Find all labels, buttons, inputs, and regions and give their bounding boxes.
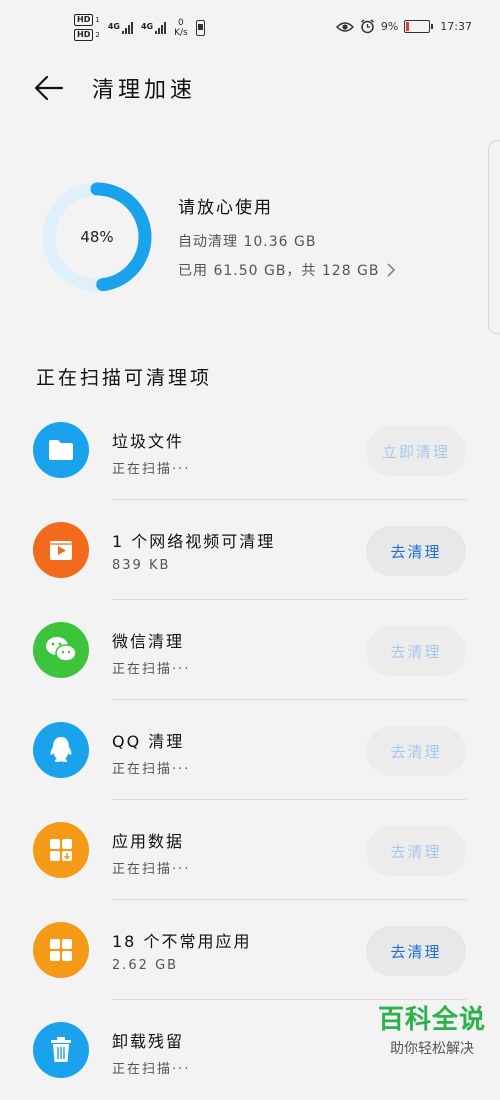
signal-2-icon: 4G <box>140 21 167 34</box>
item-status: 正在扫描··· <box>112 462 191 477</box>
apps-grid-icon <box>33 922 89 978</box>
chevron-right-icon <box>386 263 395 277</box>
sim2-label: 2 <box>95 31 100 39</box>
status-right: 9% 17:37 <box>335 19 472 34</box>
alarm-icon <box>360 19 374 34</box>
signal-1-icon: 4G <box>107 21 133 34</box>
app-data-icon <box>33 822 89 878</box>
folder-icon <box>33 422 89 478</box>
item-status: 正在扫描··· <box>112 862 191 877</box>
sim1-label: 1 <box>95 16 100 24</box>
item-name: 应用数据 <box>112 832 185 851</box>
network-type-1: 4G <box>107 21 120 31</box>
item-name: 1 个网络视频可清理 <box>112 532 276 551</box>
item-name: 垃圾文件 <box>112 432 185 451</box>
video-icon <box>33 522 89 578</box>
list-item[interactable]: QQ 清理正在扫描··· 去清理 <box>0 700 500 800</box>
item-name: QQ 清理 <box>112 732 185 751</box>
item-name: 微信清理 <box>112 632 185 651</box>
page-title: 清理加速 <box>92 78 197 103</box>
item-status: 正在扫描··· <box>112 762 191 777</box>
list-item[interactable]: 18 个不常用应用 2.62 GB 去清理 <box>0 900 500 1000</box>
item-status: 839 KB <box>112 558 171 573</box>
speed-value: 0 <box>178 17 184 28</box>
cleanup-list: 垃圾文件 正在扫描··· 立即清理 1 个网络视频可清理 839 KB 去清理 微信清理 正在… <box>0 400 500 1100</box>
list-item[interactable]: 垃圾文件正在扫描··· 立即清理 <box>0 400 500 500</box>
list-item[interactable]: 微信清理正在扫描··· 去清理 <box>0 600 500 700</box>
eye-icon <box>335 21 354 32</box>
status-left: HD 1 HD 2 4G 4G 0 K/s <box>74 14 205 41</box>
clean-button[interactable]: 去清理 <box>366 526 466 576</box>
notification-battery-icon <box>195 19 205 36</box>
hd-badge-2: HD <box>74 29 94 41</box>
watermark-title: 百科全说 <box>377 1005 486 1035</box>
item-name: 卸载残留 <box>112 1032 185 1051</box>
storage-status: 请放心使用 <box>178 198 273 218</box>
clean-button[interactable]: 去清理 <box>366 726 466 776</box>
battery-icon <box>404 20 434 33</box>
item-status: 2.62 GB <box>112 958 179 973</box>
watermark-subtitle: 助你轻松解决 <box>389 1041 474 1057</box>
item-status: 正在扫描··· <box>112 662 191 677</box>
auto-clean-size: 自动清理 10.36 GB <box>178 234 317 250</box>
clean-button[interactable]: 去清理 <box>366 626 466 676</box>
item-name: 18 个不常用应用 <box>112 932 252 951</box>
list-item[interactable]: 应用数据正在扫描··· 去清理 <box>0 800 500 900</box>
watermark: 百科全说 助你轻松解决 <box>378 999 486 1058</box>
usage-percent-label: 48% <box>80 228 114 246</box>
network-type-2: 4G <box>140 21 154 31</box>
edge-scroll-handle[interactable] <box>488 140 500 334</box>
back-arrow-icon[interactable] <box>34 74 64 102</box>
clean-button[interactable]: 去清理 <box>366 826 466 876</box>
storage-usage-link[interactable]: 已用 61.50 GB，共 128 GB <box>178 260 396 280</box>
clean-button[interactable]: 去清理 <box>366 926 466 976</box>
clock: 17:37 <box>440 20 472 33</box>
qq-icon <box>33 722 89 778</box>
app-header: 清理加速 <box>0 64 500 112</box>
hd-badge: HD <box>74 14 94 26</box>
network-speed: 0 K/s <box>174 18 188 38</box>
speed-unit: K/s <box>174 27 188 38</box>
wechat-icon <box>33 622 89 678</box>
battery-percent: 9% <box>380 20 399 33</box>
storage-usage-text: 已用 61.50 GB，共 128 GB <box>178 263 380 279</box>
list-item[interactable]: 1 个网络视频可清理 839 KB 去清理 <box>0 500 500 600</box>
clean-button[interactable]: 立即清理 <box>366 426 466 476</box>
status-bar: HD 1 HD 2 4G 4G 0 K/s 9% 17:37 <box>0 0 500 52</box>
section-title: 正在扫描可清理项 <box>36 367 213 389</box>
storage-summary: 请放心使用 自动清理 10.36 GB 已用 61.50 GB，共 128 GB <box>178 193 396 280</box>
item-status: 正在扫描··· <box>112 1062 191 1077</box>
